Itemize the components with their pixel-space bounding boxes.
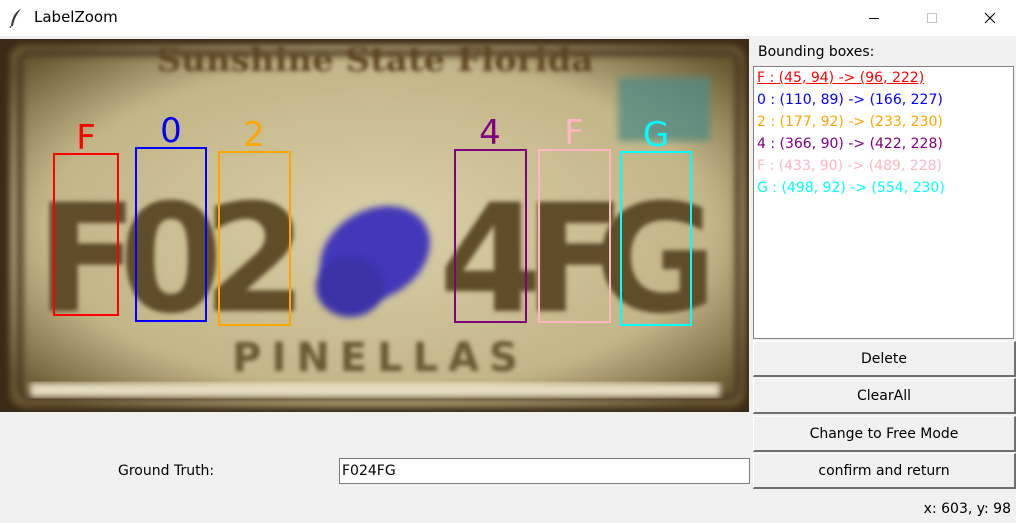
plate-header-text: Sunshine State Florida — [157, 40, 594, 80]
plate-char: G — [594, 173, 717, 347]
list-item-text: F : (433, 90) -> (489, 228) — [757, 158, 942, 174]
list-item[interactable]: 4 : (366, 90) -> (422, 228) — [754, 133, 1013, 155]
list-item[interactable]: 2 : (177, 92) -> (233, 230) — [754, 111, 1013, 133]
bounding-box-label: F — [76, 118, 96, 158]
close-icon — [984, 12, 996, 24]
maximize-icon — [927, 13, 937, 23]
list-item[interactable]: G : (498, 92) -> (554, 230) — [754, 177, 1013, 199]
bounding-box-label: 2 — [243, 115, 265, 155]
list-item-text: 0 : (110, 89) -> (166, 227) — [757, 92, 943, 108]
minimize-button[interactable] — [851, 0, 897, 36]
clear-all-button[interactable]: ClearAll — [753, 378, 1016, 414]
confirm-return-button[interactable]: confirm and return — [753, 453, 1016, 489]
delete-button[interactable]: Delete — [753, 341, 1016, 377]
list-item-text: G : (498, 92) -> (554, 230) — [757, 180, 945, 196]
bounding-box-label: 4 — [479, 113, 501, 153]
bounding-box-label: 0 — [160, 111, 182, 151]
list-item-text: 4 : (366, 90) -> (422, 228) — [757, 136, 943, 152]
list-item[interactable]: F : (433, 90) -> (489, 228) — [754, 155, 1013, 177]
minimize-icon — [869, 18, 879, 19]
list-item[interactable]: F : (45, 94) -> (96, 222) — [754, 67, 1013, 89]
maximize-button[interactable] — [909, 0, 955, 36]
list-item-text: 2 : (177, 92) -> (233, 230) — [757, 114, 943, 130]
title-bar: LabelZoom — [0, 0, 1016, 36]
bounding-box-list[interactable]: F : (45, 94) -> (96, 222) 0 : (110, 89) … — [753, 66, 1014, 339]
bounding-boxes-header: Bounding boxes: — [758, 44, 875, 60]
bounding-box-label: G — [643, 115, 669, 155]
list-item[interactable]: 0 : (110, 89) -> (166, 227) — [754, 89, 1013, 111]
image-canvas[interactable]: Sunshine State Florida F 0 2 4 F G PINEL… — [0, 39, 749, 412]
ground-truth-label: Ground Truth: — [118, 463, 215, 479]
cursor-coordinates: x: 603, y: 98 — [923, 501, 1011, 517]
plate-footer-text: PINELLAS — [232, 335, 528, 381]
list-item-text: F : (45, 94) -> (96, 222) — [757, 70, 925, 86]
ground-truth-input[interactable] — [339, 458, 750, 484]
license-plate-photo: Sunshine State Florida F 0 2 4 F G PINEL… — [0, 39, 749, 412]
close-button[interactable] — [967, 0, 1013, 36]
window-title: LabelZoom — [34, 8, 118, 26]
change-mode-button[interactable]: Change to Free Mode — [753, 416, 1016, 452]
bounding-box-label: F — [564, 113, 584, 153]
feather-icon — [9, 9, 21, 28]
